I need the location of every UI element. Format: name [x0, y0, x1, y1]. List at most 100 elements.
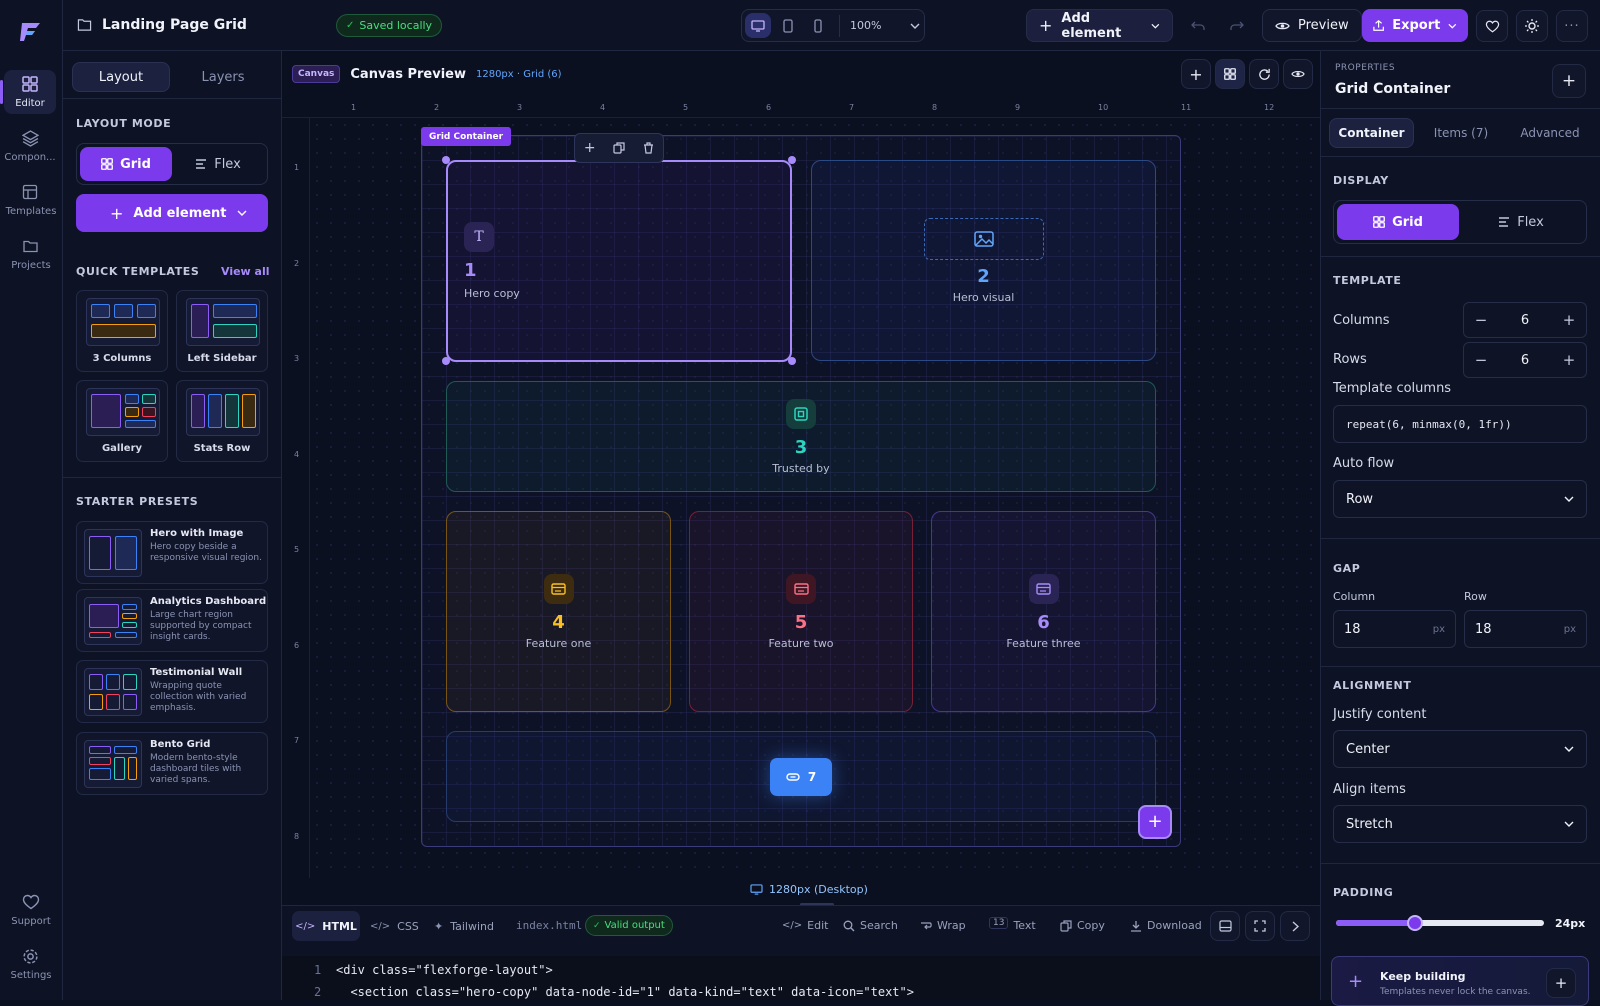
plus-icon[interactable]: + — [1552, 311, 1586, 329]
grid-item-4[interactable]: 4 Feature one — [446, 511, 671, 712]
preset-bento-grid[interactable]: Bento Grid Modern bento-style dashboard … — [76, 732, 268, 795]
preset-testimonial-wall[interactable]: Testimonial Wall Wrapping quote collecti… — [76, 660, 268, 723]
redo-button[interactable] — [1222, 11, 1252, 41]
align-items-select[interactable]: Stretch — [1333, 805, 1587, 843]
ruler-tick: 7 — [294, 736, 300, 745]
tab-layout[interactable]: Layout — [72, 62, 170, 92]
sidebar-item-editor[interactable]: Editor — [0, 70, 56, 114]
minus-icon[interactable]: − — [1464, 351, 1498, 369]
code-download-button[interactable]: Download — [1130, 919, 1202, 932]
canvas-add-button[interactable]: + — [1181, 59, 1211, 89]
sidebar-item-settings[interactable]: Settings — [2, 946, 60, 986]
sidebar-item-components[interactable]: Compon... — [4, 126, 58, 170]
sidebar-item-templates[interactable]: Templates — [2, 180, 60, 224]
fullscreen-button[interactable] — [1245, 911, 1275, 941]
duplicate-icon[interactable] — [613, 142, 625, 154]
template-label: Gallery — [101, 443, 143, 454]
tab-layers[interactable]: Layers — [174, 62, 272, 92]
mobile-view-button[interactable] — [805, 13, 831, 38]
preset-hero-with-image[interactable]: Hero with Image Hero copy beside a respo… — [76, 521, 268, 584]
resize-handle[interactable] — [442, 156, 450, 164]
code-copy-button[interactable]: Copy — [1060, 919, 1105, 932]
grid-item-1[interactable]: T 1 Hero copy — [446, 160, 792, 362]
template-columns-input[interactable]: repeat(6, minmax(0, 1fr)) — [1333, 405, 1587, 443]
grid-item-6[interactable]: 6 Feature three — [931, 511, 1156, 712]
code-tab-html[interactable]: </> HTML — [292, 911, 360, 941]
preview-button[interactable]: Preview — [1262, 9, 1362, 42]
align-items-label: Align items — [1333, 782, 1406, 797]
add-item-icon[interactable]: + — [584, 140, 596, 156]
tab-advanced[interactable]: Advanced — [1508, 118, 1592, 148]
grid-item-7[interactable]: 7 — [446, 731, 1156, 822]
preset-analytics-dashboard[interactable]: Analytics Dashboard Large chart region s… — [76, 589, 268, 652]
visibility-button[interactable] — [1283, 59, 1313, 89]
trash-icon[interactable] — [643, 142, 654, 154]
padding-slider[interactable] — [1336, 915, 1544, 931]
code-edit-button[interactable]: </> Edit — [782, 919, 828, 932]
auto-flow-select[interactable]: Row — [1333, 480, 1587, 518]
grid-item-2[interactable]: 2 Hero visual — [811, 160, 1156, 361]
zoom-select[interactable]: 100% — [850, 19, 920, 32]
app-logo[interactable] — [17, 18, 45, 46]
code-tab-tailwind[interactable]: ✦ Tailwind — [434, 911, 494, 941]
sidebar-item-support[interactable]: Support — [2, 892, 60, 932]
add-grid-item-button[interactable]: + — [1138, 805, 1172, 839]
template-3-columns[interactable]: 3 Columns — [76, 290, 168, 372]
add-element-panel-button[interactable]: + Add element — [76, 194, 268, 232]
mode-flex-button[interactable]: Flex — [172, 147, 264, 181]
mode-grid-button[interactable]: Grid — [80, 147, 172, 181]
unit-label: px — [1563, 623, 1576, 635]
slider-thumb[interactable] — [1407, 915, 1424, 931]
template-gallery[interactable]: Gallery — [76, 380, 168, 462]
card-icon — [543, 573, 574, 604]
export-button[interactable]: Export — [1362, 9, 1468, 42]
minus-icon[interactable]: − — [1464, 311, 1498, 329]
gap-row-input[interactable]: 18 px — [1464, 610, 1587, 648]
align-left-icon — [1499, 217, 1510, 227]
grid-icon — [101, 158, 114, 170]
more-button[interactable]: ··· — [1556, 10, 1588, 42]
justify-content-select[interactable]: Center — [1333, 730, 1587, 768]
gap-column-input[interactable]: 18 px — [1333, 610, 1456, 648]
favorite-button[interactable] — [1476, 10, 1508, 42]
template-thumbnail — [186, 298, 260, 346]
ruler-tick: 9 — [1015, 103, 1021, 112]
dock-panel-button[interactable] — [1210, 911, 1240, 941]
button-element[interactable]: 7 — [769, 757, 833, 796]
resize-handle[interactable] — [442, 357, 450, 365]
tab-container[interactable]: Container — [1329, 118, 1414, 148]
display-grid-button[interactable]: Grid — [1337, 204, 1459, 240]
keep-building-card: + Keep building Templates never lock the… — [1331, 956, 1589, 1006]
template-left-sidebar[interactable]: Left Sidebar — [176, 290, 268, 372]
code-tab-css[interactable]: </> CSS — [370, 911, 419, 941]
collapse-panel-button[interactable] — [1280, 911, 1310, 941]
grid-toggle-button[interactable] — [1215, 59, 1245, 89]
view-all-link[interactable]: View all — [221, 265, 270, 278]
resize-handle[interactable] — [788, 357, 796, 365]
code-wrap-button[interactable]: Wrap — [920, 919, 966, 932]
add-element-button[interactable]: + Add element — [1026, 9, 1173, 42]
keep-building-add-button[interactable]: + — [1546, 968, 1576, 998]
theme-toggle-button[interactable] — [1516, 10, 1548, 42]
grid-item-5[interactable]: 5 Feature two — [689, 511, 913, 712]
undo-button[interactable] — [1183, 11, 1213, 41]
desktop-view-button[interactable] — [745, 13, 771, 38]
tab-items[interactable]: Items (7) — [1420, 118, 1502, 148]
code-text-size-button[interactable]: 13 Text — [989, 916, 1036, 932]
project-title[interactable]: Landing Page Grid — [102, 17, 247, 33]
rows-value[interactable]: 6 — [1498, 353, 1552, 368]
tablet-view-button[interactable] — [775, 13, 801, 38]
columns-value[interactable]: 6 — [1498, 313, 1552, 328]
refresh-button[interactable] — [1249, 59, 1279, 89]
resize-handle[interactable] — [788, 156, 796, 164]
grid-item-3[interactable]: 3 Trusted by — [446, 381, 1156, 492]
active-indicator — [0, 80, 3, 104]
sidebar-item-projects[interactable]: Projects — [2, 234, 60, 278]
section-title: ALIGNMENT — [1333, 679, 1412, 692]
template-stats-row[interactable]: Stats Row — [176, 380, 268, 462]
properties-add-button[interactable]: + — [1552, 64, 1586, 98]
code-search-button[interactable]: Search — [843, 919, 898, 932]
plus-icon: + — [1189, 64, 1203, 84]
plus-icon[interactable]: + — [1552, 351, 1586, 369]
display-flex-button[interactable]: Flex — [1459, 204, 1583, 240]
